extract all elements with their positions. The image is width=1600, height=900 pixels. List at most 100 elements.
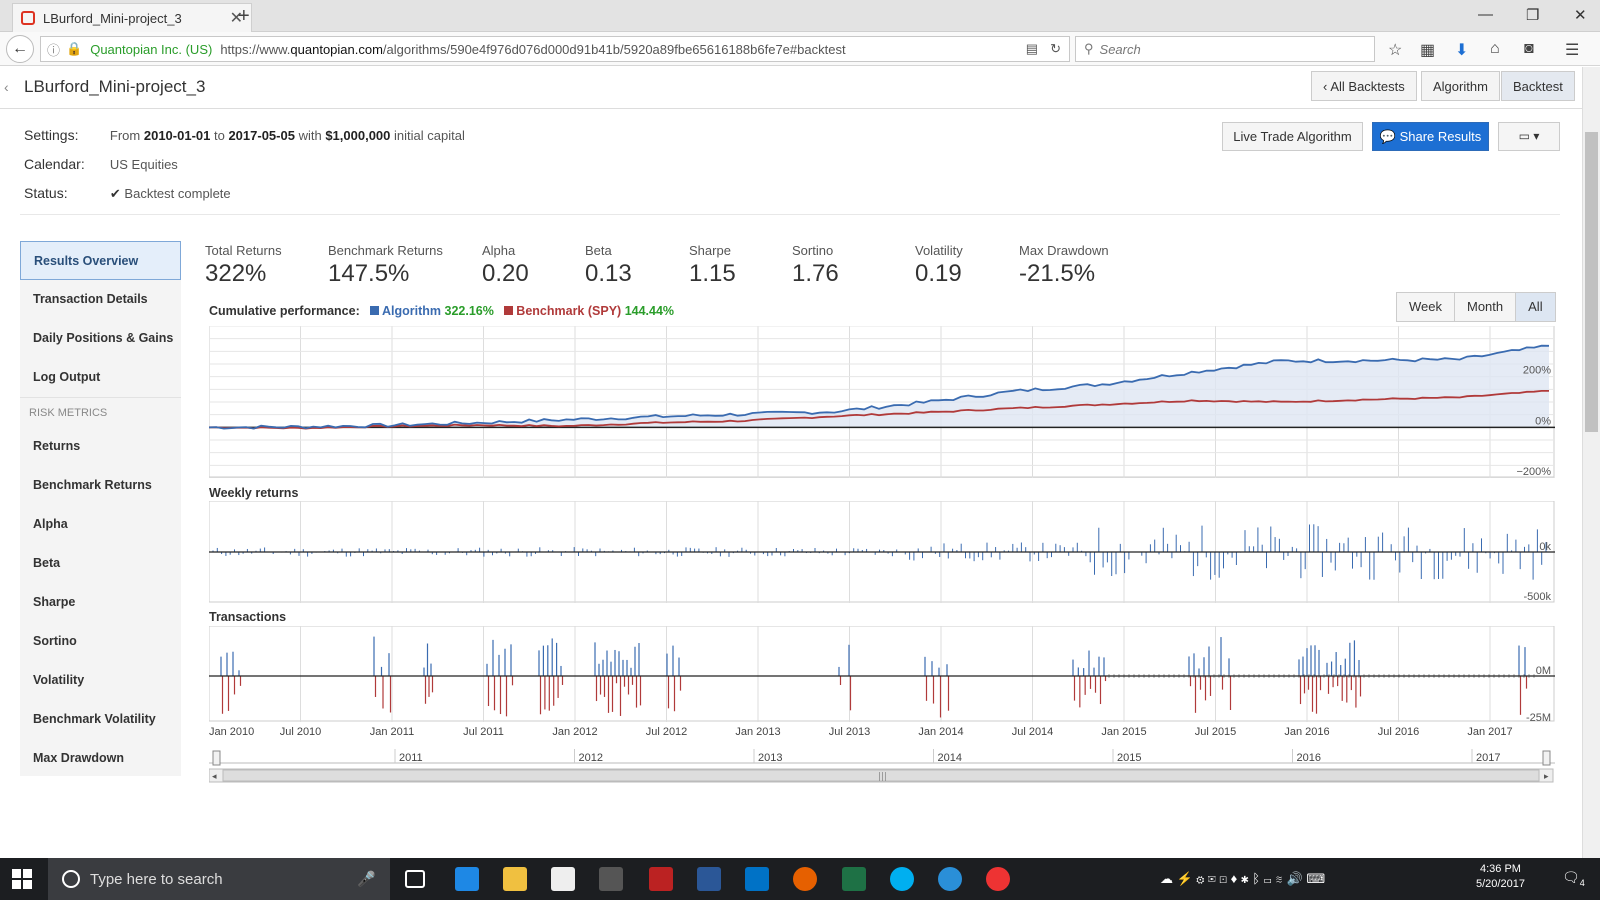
sidebar-item-results-overview[interactable]: Results Overview xyxy=(20,241,181,280)
reader-icon[interactable]: ▤ xyxy=(1026,41,1038,57)
microphone-icon[interactable]: 🎤 xyxy=(357,870,376,888)
y-tick-label: -500k xyxy=(1523,591,1551,603)
navigator-year-label: 2016 xyxy=(1297,752,1321,764)
lock-icon: 🔒 xyxy=(66,41,83,56)
tab-title: LBurford_Mini-project_3 xyxy=(43,10,182,26)
x-tick-label: Jan 2012 xyxy=(552,726,597,738)
url-bar[interactable]: ⓘ 🔒 Quantopian Inc. (US) https://www.qua… xyxy=(40,36,1070,62)
bench-legend-label[interactable]: Benchmark (SPY) xyxy=(516,304,621,318)
browser-nav-bar: ← ⓘ 🔒 Quantopian Inc. (US) https://www.q… xyxy=(0,32,1600,66)
task-view-icon[interactable] xyxy=(405,870,425,888)
bookmark-star-icon[interactable]: ☆ xyxy=(1388,40,1402,60)
list-icon: ▭ xyxy=(1518,129,1530,143)
settings-value: From 2010-01-01 to 2017-05-05 with $1,00… xyxy=(109,128,465,143)
navigator-right-arrow-icon: ▸ xyxy=(1544,772,1549,782)
edge-icon[interactable] xyxy=(455,867,479,891)
options-dropdown-button[interactable]: ▭ ▾ xyxy=(1498,122,1560,151)
transactions-chart[interactable]: 0M -25M xyxy=(209,626,1555,722)
algorithm-tab-button[interactable]: Algorithm xyxy=(1421,71,1500,101)
app-icon[interactable] xyxy=(938,867,962,891)
menu-icon[interactable]: ☰ xyxy=(1565,40,1579,60)
share-results-button[interactable]: 💬 Share Results xyxy=(1372,122,1489,151)
sidebar-item-daily-positions[interactable]: Daily Positions & Gains xyxy=(20,319,181,358)
algo-legend-swatch xyxy=(370,306,379,315)
bench-legend-swatch xyxy=(504,306,514,315)
x-tick-label: Jul 2016 xyxy=(1378,726,1420,738)
store-icon[interactable] xyxy=(551,867,575,891)
word-icon[interactable] xyxy=(697,867,721,891)
calendar-label: Calendar: xyxy=(24,156,85,172)
sidebar-item-sortino[interactable]: Sortino xyxy=(20,622,181,661)
sidebar-item-volatility[interactable]: Volatility xyxy=(20,661,181,700)
sidebar-item-sharpe[interactable]: Sharpe xyxy=(20,583,181,622)
sidebar-item-alpha[interactable]: Alpha xyxy=(20,505,181,544)
download-icon[interactable]: ⬇ xyxy=(1455,40,1468,60)
skype-icon[interactable] xyxy=(890,867,914,891)
firefox-icon[interactable] xyxy=(793,867,817,891)
scrollbar-thumb[interactable] xyxy=(1585,132,1598,432)
sidebar-item-max-drawdown[interactable]: Max Drawdown xyxy=(20,739,181,778)
range-week-button[interactable]: Week xyxy=(1397,293,1455,321)
reload-icon[interactable]: ↻ xyxy=(1050,41,1061,57)
library-icon[interactable]: ▦ xyxy=(1420,40,1435,60)
risk-metrics-heading: RISK METRICS xyxy=(20,397,181,427)
results-sidebar: Results Overview Transaction Details Dai… xyxy=(20,241,181,776)
sidebar-item-log-output[interactable]: Log Output xyxy=(20,358,181,397)
all-backtests-button[interactable]: ‹ All Backtests xyxy=(1311,71,1417,101)
back-icon[interactable]: ← xyxy=(6,35,34,63)
page-scrollbar[interactable] xyxy=(1582,67,1600,858)
x-tick-label: Jan 2014 xyxy=(918,726,963,738)
navigator-right-handle xyxy=(1542,750,1551,766)
algo-legend-label[interactable]: Algorithm xyxy=(382,304,441,318)
range-all-button[interactable]: All xyxy=(1516,293,1555,321)
clock-date: 5/20/2017 xyxy=(1476,878,1525,890)
close-window-icon[interactable]: ✕ xyxy=(1574,6,1587,24)
new-tab-icon[interactable]: + xyxy=(238,5,250,28)
metric-alpha: Alpha 0.20 xyxy=(482,243,529,287)
sidebar-item-benchmark-volatility[interactable]: Benchmark Volatility xyxy=(20,700,181,739)
sidebar-item-returns[interactable]: Returns xyxy=(20,427,181,466)
range-month-button[interactable]: Month xyxy=(1455,293,1517,321)
live-trade-button[interactable]: Live Trade Algorithm xyxy=(1222,122,1363,151)
sidebar-item-beta[interactable]: Beta xyxy=(20,544,181,583)
maximize-icon[interactable]: ❐ xyxy=(1526,6,1539,24)
info-icon[interactable]: ⓘ xyxy=(47,40,60,59)
x-tick-label: Jan 2010 xyxy=(209,726,254,738)
sidebar-item-transaction-details[interactable]: Transaction Details xyxy=(20,280,181,319)
windows-taskbar: Type here to search 🎤 ☁ ⚡ ⚙ ✉ ⊡ ♦ ✱ ᛒ ▭ … xyxy=(0,858,1600,900)
pen-app-icon[interactable] xyxy=(599,867,623,891)
metric-sharpe: Sharpe 1.15 xyxy=(689,243,736,287)
chevron-left-icon[interactable]: ‹ xyxy=(4,79,9,95)
minimize-icon[interactable]: — xyxy=(1478,6,1493,23)
x-tick-label: Jul 2010 xyxy=(280,726,322,738)
status-label: Status: xyxy=(24,185,68,201)
cumulative-performance-chart[interactable]: 200% 0% −200% xyxy=(209,326,1555,478)
system-tray-icons[interactable]: ☁ ⚡ ⚙ ✉ ⊡ ♦ ✱ ᛒ ▭ ≋ 🔊 ⌨ xyxy=(1160,871,1325,887)
range-navigator[interactable]: 2011 2012 2013 2014 2015 2016 2017 ◂ ▸ ||| xyxy=(209,745,1555,785)
file-explorer-icon[interactable] xyxy=(503,867,527,891)
excel-icon[interactable] xyxy=(842,867,866,891)
clock-time: 4:36 PM xyxy=(1479,863,1521,875)
taskbar-search-input[interactable]: Type here to search 🎤 xyxy=(48,858,390,900)
x-tick-label: Jul 2015 xyxy=(1195,726,1237,738)
home-icon[interactable]: ⌂ xyxy=(1490,40,1500,58)
weekly-returns-chart[interactable]: 0k -500k xyxy=(209,501,1555,603)
x-tick-label: Jan 2017 xyxy=(1467,726,1512,738)
pocket-icon[interactable]: ◙ xyxy=(1524,40,1534,58)
search-input[interactable]: ⚲ Search xyxy=(1075,36,1375,62)
page-title: LBurford_Mini-project_3 xyxy=(24,77,206,96)
red-app-icon[interactable] xyxy=(986,867,1010,891)
sidebar-item-benchmark-returns[interactable]: Benchmark Returns xyxy=(20,466,181,505)
backtest-tab-button[interactable]: Backtest xyxy=(1501,71,1575,101)
x-tick-label: Jul 2012 xyxy=(646,726,688,738)
metric-beta: Beta 0.13 xyxy=(585,243,632,287)
notification-icon[interactable]: 🗨4 xyxy=(1562,869,1585,888)
browser-tab[interactable]: LBurford_Mini-project_3 ✕ xyxy=(12,3,252,32)
filezilla-icon[interactable] xyxy=(649,867,673,891)
windows-start-icon[interactable] xyxy=(12,869,32,889)
metric-benchmark-returns: Benchmark Returns 147.5% xyxy=(328,243,443,287)
x-tick-label: Jan 2013 xyxy=(735,726,780,738)
clock[interactable]: 4:36 PM 5/20/2017 xyxy=(1476,863,1525,890)
outlook-icon[interactable] xyxy=(745,867,769,891)
x-tick-label: Jan 2015 xyxy=(1101,726,1146,738)
